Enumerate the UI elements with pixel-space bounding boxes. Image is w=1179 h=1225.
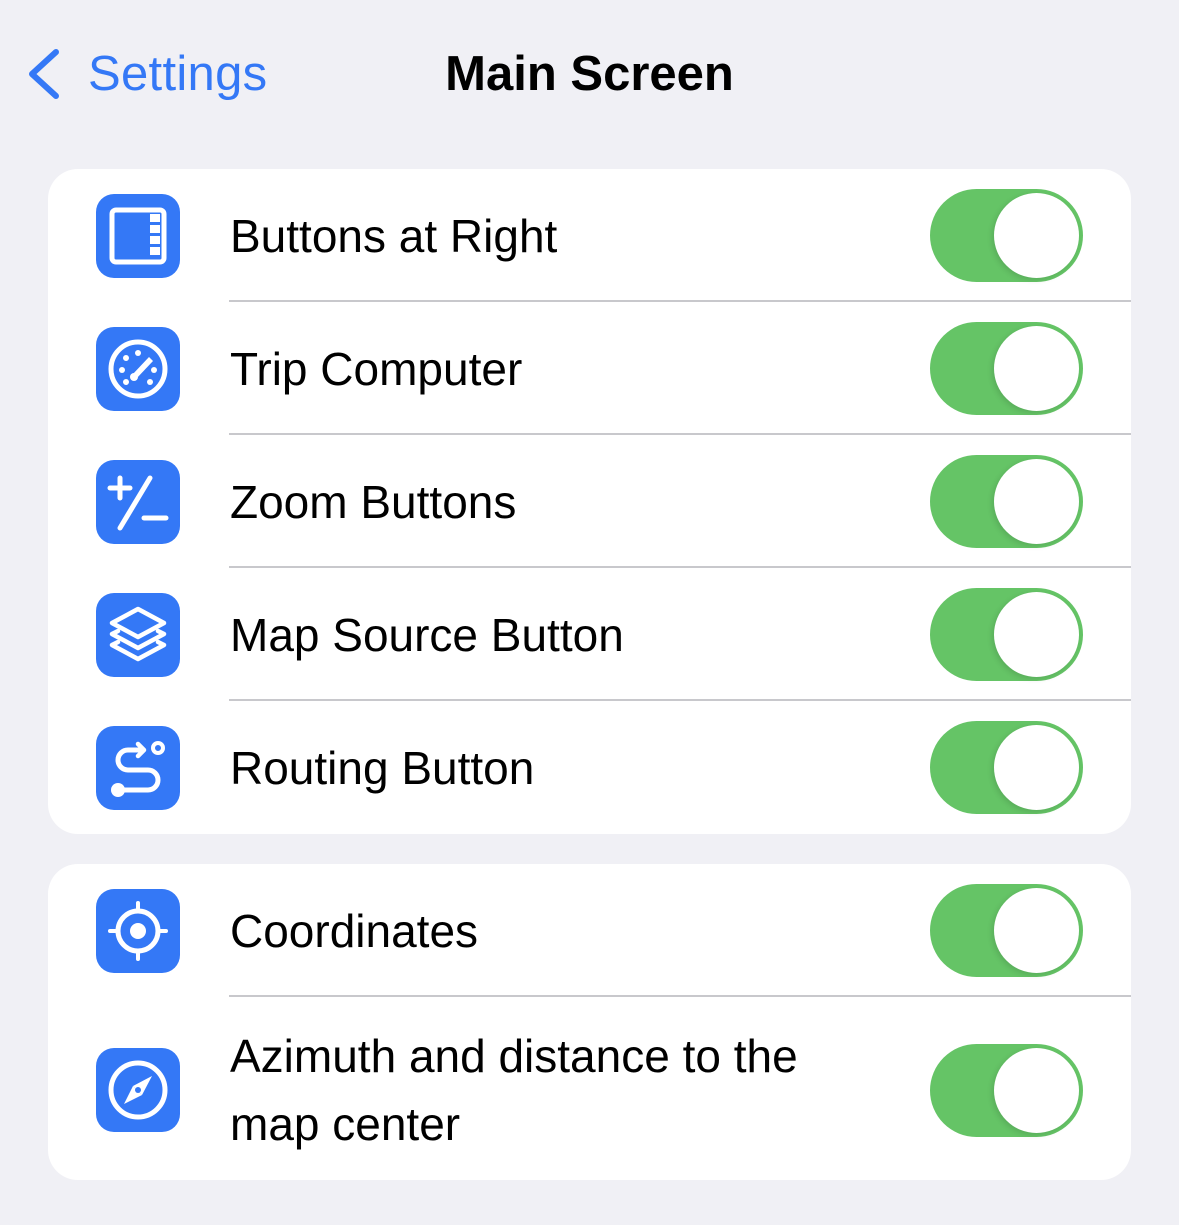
setting-row-map-source-button: Map Source Button [48,568,1131,701]
toggle-knob [994,193,1079,278]
toggle-knob [994,725,1079,810]
setting-label: Buttons at Right [230,209,558,262]
settings-group-main-buttons: Buttons at Right Trip Computer Zoom Butt… [48,169,1131,834]
compass-icon [96,1048,180,1132]
setting-label: Azimuth and distance to the map center [230,1030,798,1150]
map-source-button-toggle[interactable] [930,588,1083,681]
crosshair-icon [96,888,180,973]
setting-row-coordinates: Coordinates [48,864,1131,997]
sidebar-right-icon [96,193,180,278]
setting-row-routing-button: Routing Button [48,701,1131,834]
setting-row-buttons-at-right: Buttons at Right [48,169,1131,302]
speedometer-icon [96,326,180,411]
setting-row-trip-computer: Trip Computer [48,302,1131,435]
setting-label: Routing Button [230,741,535,794]
setting-label: Zoom Buttons [230,475,517,528]
buttons-at-right-toggle[interactable] [930,189,1083,282]
setting-row-zoom-buttons: Zoom Buttons [48,435,1131,568]
zoom-buttons-toggle[interactable] [930,455,1083,548]
setting-row-azimuth-distance: Azimuth and distance to the map center [48,997,1131,1180]
toggle-knob [994,1047,1079,1133]
toggle-knob [994,326,1079,411]
routing-button-toggle[interactable] [930,721,1083,814]
toggle-knob [994,888,1079,973]
azimuth-distance-toggle[interactable] [930,1043,1083,1137]
coordinates-toggle[interactable] [930,884,1083,977]
navigation-bar: Settings Main Screen [0,0,1179,150]
route-icon [96,725,180,810]
page-title: Main Screen [445,47,734,101]
layers-icon [96,592,180,677]
trip-computer-toggle[interactable] [930,322,1083,415]
toggle-knob [994,459,1079,544]
setting-label: Trip Computer [230,342,523,395]
toggle-knob [994,592,1079,677]
setting-label: Coordinates [230,904,479,957]
settings-group-info: Coordinates Azimuth and distance to the … [48,864,1131,1180]
setting-label: Map Source Button [230,608,624,661]
plus-slash-minus-icon [96,459,180,544]
